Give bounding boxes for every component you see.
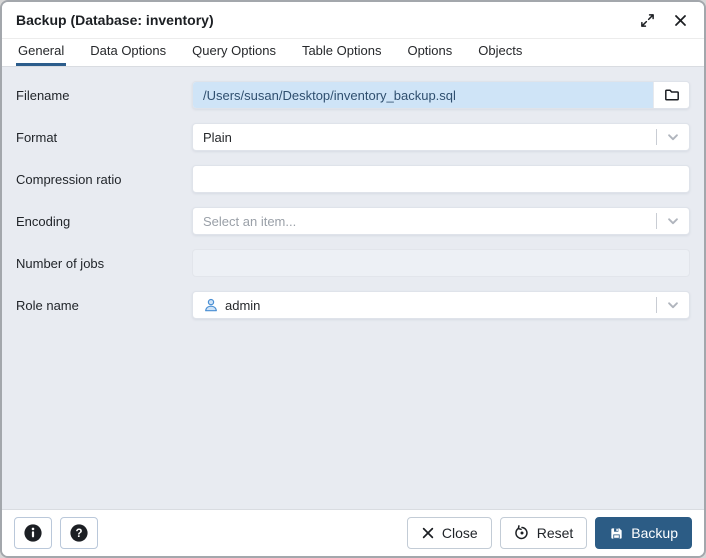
help-icon: ? — [69, 523, 89, 543]
backup-dialog: Backup (Database: inventory) General Dat… — [0, 0, 706, 558]
encoding-label: Encoding — [16, 214, 192, 229]
chevron-down-icon — [666, 214, 680, 228]
expand-window-button[interactable] — [638, 11, 657, 30]
tab-table-options[interactable]: Table Options — [300, 39, 384, 66]
dialog-title: Backup (Database: inventory) — [16, 12, 214, 28]
tab-objects[interactable]: Objects — [476, 39, 524, 66]
info-icon — [23, 523, 43, 543]
number-of-jobs-label: Number of jobs — [16, 256, 192, 271]
window-controls — [638, 11, 690, 30]
format-select[interactable]: Plain — [192, 123, 690, 151]
close-icon — [673, 13, 688, 28]
reset-button-label: Reset — [537, 525, 574, 541]
backup-button[interactable]: Backup — [595, 517, 692, 549]
chevron-down-icon — [666, 298, 680, 312]
folder-icon — [664, 87, 680, 103]
tab-options[interactable]: Options — [405, 39, 454, 66]
format-selected-value: Plain — [203, 130, 656, 145]
close-button-label: Close — [442, 525, 478, 541]
tab-data-options[interactable]: Data Options — [88, 39, 168, 66]
filename-input[interactable] — [193, 82, 653, 108]
role-name-row: Role name admin — [16, 291, 690, 319]
reset-button[interactable]: Reset — [500, 517, 588, 549]
filename-label: Filename — [16, 88, 192, 103]
encoding-placeholder: Select an item... — [203, 214, 656, 229]
tab-bar: General Data Options Query Options Table… — [2, 39, 704, 67]
dialog-body: Filename Format Plain — [2, 67, 704, 509]
info-button[interactable] — [14, 517, 52, 549]
compression-ratio-input[interactable] — [192, 165, 690, 193]
save-icon — [609, 526, 624, 541]
footer-bar: ? Close Reset — [2, 509, 704, 556]
role-name-select[interactable]: admin — [192, 291, 690, 319]
filename-field-group — [192, 81, 690, 109]
encoding-select[interactable]: Select an item... — [192, 207, 690, 235]
chevron-down-icon — [666, 130, 680, 144]
tab-general[interactable]: General — [16, 39, 66, 66]
role-name-label: Role name — [16, 298, 192, 313]
reset-icon — [514, 525, 530, 541]
filename-row: Filename — [16, 81, 690, 109]
close-button[interactable]: Close — [407, 517, 492, 549]
browse-file-button[interactable] — [653, 82, 689, 108]
expand-icon — [640, 13, 655, 28]
compression-ratio-label: Compression ratio — [16, 172, 192, 187]
close-window-button[interactable] — [671, 11, 690, 30]
role-name-selected-value: admin — [225, 298, 260, 313]
backup-button-label: Backup — [631, 525, 678, 541]
number-of-jobs-row: Number of jobs — [16, 249, 690, 277]
compression-ratio-row: Compression ratio — [16, 165, 690, 193]
tab-query-options[interactable]: Query Options — [190, 39, 278, 66]
format-label: Format — [16, 130, 192, 145]
number-of-jobs-input — [192, 249, 690, 277]
title-bar: Backup (Database: inventory) — [2, 2, 704, 39]
x-icon — [421, 526, 435, 540]
help-button[interactable]: ? — [60, 517, 98, 549]
format-row: Format Plain — [16, 123, 690, 151]
encoding-row: Encoding Select an item... — [16, 207, 690, 235]
user-icon — [203, 297, 219, 313]
svg-text:?: ? — [75, 528, 82, 540]
